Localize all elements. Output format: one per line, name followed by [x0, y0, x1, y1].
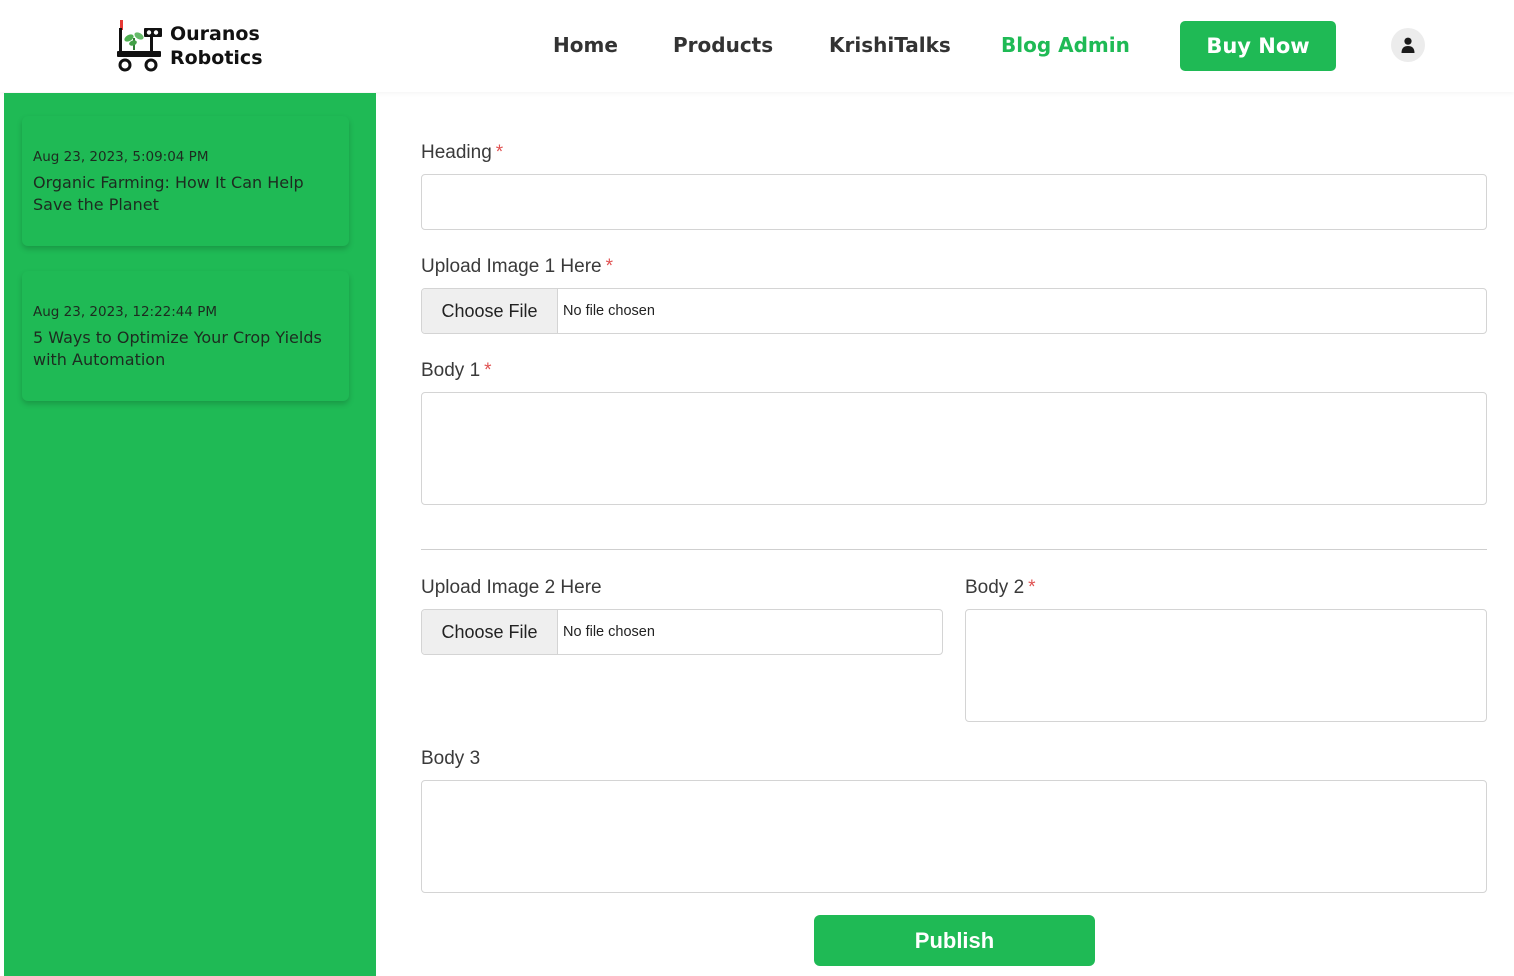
- section-divider: [421, 549, 1487, 550]
- choose-file-button[interactable]: Choose File: [422, 289, 558, 333]
- nav-home[interactable]: Home: [553, 33, 618, 57]
- file-status: No file chosen: [563, 624, 655, 640]
- post-date: Aug 23, 2023, 12:22:44 PM: [33, 304, 218, 320]
- image2-label: Upload Image 2 Here: [421, 577, 602, 598]
- blog-posts-sidebar: Aug 23, 2023, 5:09:04 PM Organic Farming…: [4, 93, 376, 976]
- heading-input[interactable]: [421, 174, 1487, 230]
- body1-textarea[interactable]: [421, 392, 1487, 505]
- brand-logo[interactable]: Ouranos Robotics: [114, 18, 263, 74]
- image2-file-input[interactable]: Choose File No file chosen: [421, 609, 943, 655]
- image1-label: Upload Image 1 Here *: [421, 256, 614, 277]
- farm-robot-icon: [114, 18, 164, 74]
- brand-name-line1: Ouranos: [170, 23, 260, 45]
- body3-textarea[interactable]: [421, 780, 1487, 893]
- choose-file-button[interactable]: Choose File: [422, 610, 558, 654]
- body3-label: Body 3: [421, 748, 481, 769]
- file-status: No file chosen: [563, 303, 655, 319]
- image1-file-input[interactable]: Choose File No file chosen: [421, 288, 1487, 334]
- body1-label: Body 1 *: [421, 360, 492, 381]
- blog-post-card[interactable]: Aug 23, 2023, 5:09:04 PM Organic Farming…: [22, 116, 349, 246]
- heading-label: Heading *: [421, 142, 504, 163]
- buy-now-button[interactable]: Buy Now: [1180, 21, 1336, 71]
- required-mark: *: [605, 256, 614, 277]
- post-date: Aug 23, 2023, 5:09:04 PM: [33, 149, 209, 165]
- required-mark: *: [495, 142, 504, 163]
- required-mark: *: [484, 360, 492, 381]
- body2-textarea[interactable]: [965, 609, 1487, 722]
- nav-products[interactable]: Products: [673, 33, 773, 57]
- nav-krishitalks[interactable]: KrishiTalks: [829, 33, 951, 57]
- post-title: 5 Ways to Optimize Your Crop Yields with…: [33, 328, 322, 369]
- profile-button[interactable]: [1391, 28, 1425, 62]
- nav-blog-admin[interactable]: Blog Admin: [1001, 33, 1130, 57]
- required-mark: *: [1028, 577, 1036, 598]
- blog-post-card[interactable]: Aug 23, 2023, 12:22:44 PM 5 Ways to Opti…: [22, 271, 349, 401]
- body2-label: Body 2 *: [965, 577, 1036, 598]
- brand-name: Ouranos Robotics: [170, 22, 263, 70]
- top-navbar: Ouranos Robotics Home Products KrishiTal…: [0, 0, 1514, 92]
- post-title: Organic Farming: How It Can Help Save th…: [33, 173, 304, 214]
- publish-button[interactable]: Publish: [814, 915, 1095, 966]
- brand-name-line2: Robotics: [170, 47, 263, 69]
- user-icon: [1401, 37, 1415, 53]
